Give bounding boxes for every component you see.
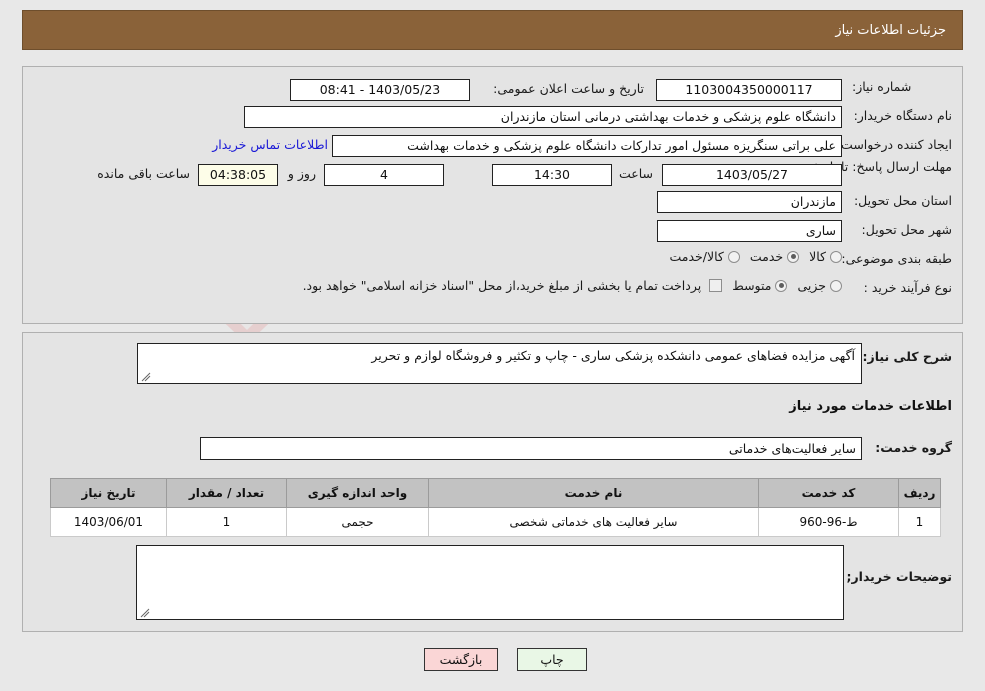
buyer-org-field: دانشگاه علوم پزشکی و خدمات بهداشتی درمان… [244,106,842,128]
print-button[interactable]: چاپ [517,648,587,671]
column-header-row: ردیف [898,478,941,508]
category-option-label-2: کالا/خدمت [669,249,724,264]
cell-name: سایر فعالیت های خدماتی شخصی [428,507,759,537]
service-group-field: سایر فعالیت‌های خدماتی [200,437,862,460]
category-option-label-0: کالا [809,249,826,264]
remaining-days-field: 4 [324,164,444,186]
cell-date: 1403/06/01 [50,507,167,537]
category-option-label-1: خدمت [749,249,784,264]
delivery-city-label: شهر محل تحویل: [861,222,952,237]
general-description-textarea[interactable]: آگهی مزایده فضاهای عمومی دانشکده پزشکی س… [137,343,862,384]
process-radio-0[interactable] [830,279,842,292]
service-items-table: ردیف کد خدمت نام خدمت واحد اندازه گیری ت… [50,478,941,537]
buyer-contact-link[interactable]: اطلاعات تماس خریدار [212,137,328,152]
announcement-datetime-field: 1403/05/23 - 08:41 [290,79,470,101]
process-option-label-0: جزیی [797,278,826,293]
cell-unit: حجمی [286,507,429,537]
category-radio-group: کالا خدمت کالا/خدمت [659,249,842,264]
resize-grip-icon-2[interactable] [140,608,150,618]
cell-code: ط-96-960 [758,507,899,537]
countdown-timer-field: 04:38:05 [198,164,278,186]
treasury-bond-note: پرداخت تمام یا بخشی از مبلغ خرید،از محل … [302,278,702,293]
need-number-field: 1103004350000117 [656,79,842,101]
remaining-days-label: روز و [287,166,316,181]
column-header-name: نام خدمت [428,478,759,508]
table-header-row: ردیف کد خدمت نام خدمت واحد اندازه گیری ت… [50,478,941,508]
services-section-title: اطلاعات خدمات مورد نیاز [789,399,952,414]
buyer-org-label: نام دستگاه خریدار: [853,108,952,123]
category-radio-2[interactable] [727,250,740,263]
delivery-province-label: استان محل تحویل: [853,193,952,208]
column-header-qty: تعداد / مقدار [166,478,287,508]
need-info-panel: شماره نیاز: 1103004350000117 تاریخ و ساع… [22,66,963,324]
column-header-code: کد خدمت [758,478,899,508]
column-header-unit: واحد اندازه گیری [286,478,429,508]
remaining-hours-label: ساعت باقی مانده [97,166,190,181]
category-radio-0[interactable] [830,250,842,263]
delivery-city-field: ساری [657,220,842,242]
category-radio-1[interactable] [787,250,800,263]
general-description-value: آگهی مزایده فضاهای عمومی دانشکده پزشکی س… [371,348,855,363]
cell-row: 1 [898,507,941,537]
column-header-date: تاریخ نیاز [50,478,167,508]
service-group-label: گروه خدمت: [875,440,952,455]
buyer-notes-label: توضیحات خریدار; [846,569,952,584]
treasury-bond-checkbox[interactable] [709,279,723,292]
back-button[interactable]: بازگشت [424,648,498,671]
table-row: 1 ط-96-960 سایر فعالیت های خدماتی شخصی ح… [50,507,941,537]
process-radio-group: جزیی متوسط پرداخت تمام یا بخشی از مبلغ خ… [293,278,842,293]
description-panel: شرح کلی نیاز: آگهی مزایده فضاهای عمومی د… [22,332,963,632]
page-title: جزئیات اطلاعات نیاز [835,22,946,38]
page-title-bar: جزئیات اطلاعات نیاز [22,10,963,50]
need-number-row: شماره نیاز: [852,79,952,94]
announcement-datetime-label: تاریخ و ساعت اعلان عمومی: [493,81,644,96]
process-option-label-1: متوسط [732,278,772,293]
process-radio-1[interactable] [775,279,788,292]
deadline-hour-label: ساعت [618,166,653,181]
delivery-province-field: مازندران [657,191,842,213]
general-description-label: شرح کلی نیاز: [862,349,952,364]
need-number-label: شماره نیاز: [852,79,912,94]
deadline-time-field: 14:30 [492,164,612,186]
buyer-notes-textarea[interactable] [136,545,844,620]
requester-field: علی براتی سنگریزه مسئول امور تدارکات دان… [332,135,842,157]
category-label: طبقه بندی موضوعی: [841,251,952,266]
process-type-label: نوع فرآیند خرید : [863,280,952,295]
requester-label: ایجاد کننده درخواست: [836,137,952,152]
cell-qty: 1 [166,507,287,537]
resize-grip-icon[interactable] [141,372,151,382]
deadline-date-field: 1403/05/27 [662,164,842,186]
deadline-label: مهلت ارسال پاسخ: تا تاریخ: [807,159,952,174]
